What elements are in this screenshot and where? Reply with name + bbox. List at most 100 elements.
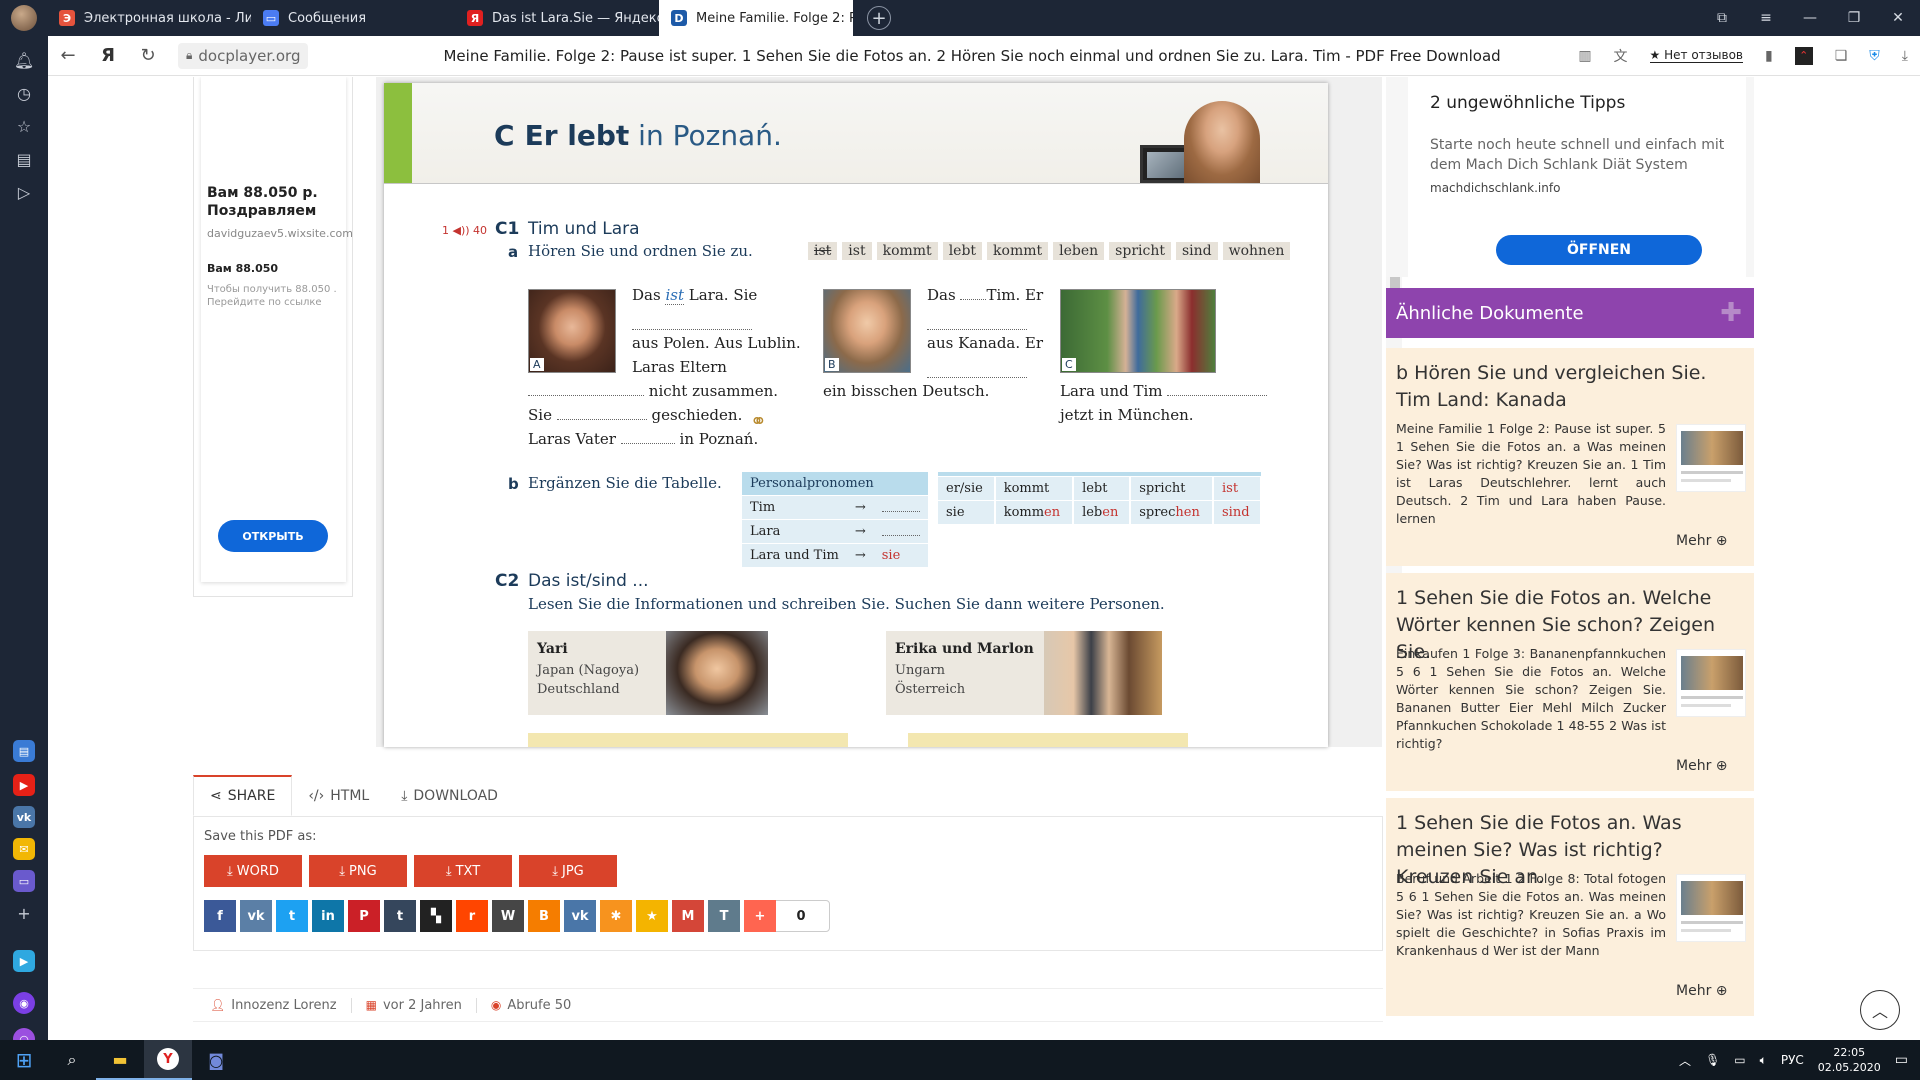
similar-doc-card[interactable]: 1 Sehen Sie die Fotos an. Welche Wörter …: [1386, 573, 1754, 791]
social-share-icon[interactable]: vk: [564, 900, 596, 932]
social-share-icon[interactable]: +: [744, 900, 776, 932]
save-format-label: JPG: [562, 863, 584, 879]
notifications-icon[interactable]: ▭: [1895, 1052, 1908, 1068]
tab-share[interactable]: ⋖ SHARE: [193, 775, 293, 816]
vk-app-icon[interactable]: vk: [13, 806, 35, 828]
scroll-to-top-button[interactable]: ︿: [1860, 990, 1900, 1030]
page-title[interactable]: Meine Familie. Folge 2: Pause ist super.…: [443, 47, 1500, 65]
profile-avatar[interactable]: [11, 5, 37, 31]
new-tab-button[interactable]: +: [867, 6, 891, 30]
bookmarks-star-icon[interactable]: ☆: [12, 115, 36, 139]
similar-doc-thumbnail[interactable]: [1676, 874, 1746, 942]
social-share-icon[interactable]: t: [276, 900, 308, 932]
similar-doc-title[interactable]: b Hören Sie und vergleichen Sie. Tim Lan…: [1396, 360, 1746, 414]
mail-app-icon[interactable]: ✉: [13, 838, 35, 860]
clock[interactable]: 22:05 02.05.2020: [1818, 1045, 1881, 1075]
play-icon[interactable]: ▷: [12, 181, 36, 205]
file-explorer-icon[interactable]: ▬: [96, 1040, 144, 1080]
word-bank-item: sind: [1175, 242, 1218, 260]
browser-tab-4[interactable]: DMeine Familie. Folge 2: P✕: [659, 0, 853, 36]
ad-open-button[interactable]: ОТКРЫТЬ: [218, 520, 328, 552]
text-c-l1: Lara und Tim: [1060, 382, 1163, 400]
close-window-icon[interactable]: ✕: [1876, 0, 1920, 36]
social-share-icon[interactable]: f: [204, 900, 236, 932]
social-share-icon[interactable]: ★: [636, 900, 668, 932]
collections-icon[interactable]: ▤: [12, 148, 36, 172]
input-language[interactable]: РУС: [1781, 1053, 1804, 1067]
tab-download[interactable]: ⤓ DOWNLOAD: [385, 775, 514, 816]
similar-doc-card[interactable]: 1 Sehen Sie die Fotos an. Was meinen Sie…: [1386, 798, 1754, 1016]
protect-icon[interactable]: ⛨: [1869, 48, 1880, 64]
ad-headline[interactable]: Вам 88.050 р. Поздравляем: [207, 184, 343, 220]
reviews-link[interactable]: ★ Нет отзывов: [1649, 48, 1744, 63]
tab-html[interactable]: ‹/› HTML: [292, 775, 385, 816]
eye-icon: ◉: [490, 998, 502, 1012]
similar-doc-more-link[interactable]: Mehr ⊕: [1676, 758, 1728, 774]
social-share-icon[interactable]: ▚: [420, 900, 452, 932]
download-icon[interactable]: ⤓: [1902, 48, 1908, 64]
url-host[interactable]: 🔒︎ docplayer.org: [178, 42, 309, 69]
volume-icon[interactable]: 🔈︎: [1760, 1053, 1767, 1068]
woman-photo: [1184, 101, 1260, 183]
similar-doc-thumbnail[interactable]: [1676, 424, 1746, 492]
media-app-icon[interactable]: ▶: [13, 950, 35, 972]
minimize-icon[interactable]: —: [1788, 0, 1832, 36]
social-share-icon[interactable]: M: [672, 900, 704, 932]
bookmark-icon[interactable]: ▮: [1765, 48, 1773, 64]
social-share-icon[interactable]: ✱: [600, 900, 632, 932]
reader-icon[interactable]: ▥: [1578, 48, 1591, 64]
similar-doc-thumbnail[interactable]: [1676, 649, 1746, 717]
right-ad-headline[interactable]: 2 ungewöhnliche Tipps: [1430, 93, 1625, 113]
right-ad-open-button[interactable]: ÖFFNEN: [1496, 235, 1702, 265]
search-icon[interactable]: ⌕: [48, 1040, 96, 1080]
social-share-icon[interactable]: in: [312, 900, 344, 932]
history-icon[interactable]: ◷: [12, 82, 36, 106]
left-ad-card[interactable]: Вам 88.050 р. Поздравляем davidguzaev5.w…: [201, 77, 353, 582]
extension-icon[interactable]: ⌃: [1794, 46, 1813, 65]
yandex-browser-icon[interactable]: Y: [144, 1040, 192, 1080]
lesson-letter: C: [494, 119, 515, 152]
youtube-app-icon[interactable]: ▶: [13, 774, 35, 796]
messenger-app-icon[interactable]: ▭: [13, 870, 35, 892]
similar-doc-more-link[interactable]: Mehr ⊕: [1676, 533, 1728, 549]
reload-icon[interactable]: ↻: [128, 45, 168, 66]
save-png-button[interactable]: ⤓ PNG: [309, 855, 407, 887]
translate-icon[interactable]: 文: [1614, 46, 1628, 66]
add-app-icon[interactable]: +: [12, 902, 36, 926]
social-share-icon[interactable]: P: [348, 900, 380, 932]
menu-icon[interactable]: ≡: [1744, 0, 1788, 36]
meta-author-text: Innozenz Lorenz: [231, 997, 337, 1013]
save-word-button[interactable]: ⤓ WORD: [204, 855, 302, 887]
network-icon[interactable]: ▭: [1734, 1053, 1745, 1067]
social-share-icon[interactable]: r: [456, 900, 488, 932]
social-share-icon[interactable]: T: [708, 900, 740, 932]
collections-toolbar-icon[interactable]: ❏: [1835, 48, 1848, 64]
chevron-up-tray-icon[interactable]: ︿: [1679, 1052, 1691, 1069]
ad-subheading: Вам 88.050: [207, 262, 279, 275]
pronoun-table: Personalpronomen Tim → Lara → Lara und Tim → si…: [740, 471, 929, 568]
meta-author[interactable]: 👤︎ Innozenz Lorenz: [196, 997, 352, 1013]
social-share-icon[interactable]: vk: [240, 900, 272, 932]
right-ad-card[interactable]: 2 ungewöhnliche Tipps Starte noch heute …: [1408, 77, 1746, 277]
similar-doc-more-link[interactable]: Mehr ⊕: [1676, 983, 1728, 999]
alice-app-icon[interactable]: ◉: [13, 992, 35, 1014]
tabs-icon[interactable]: ⧉: [1700, 0, 1744, 36]
back-icon[interactable]: ←: [48, 45, 88, 66]
microphone-icon[interactable]: 🎙︎: [1705, 1053, 1720, 1067]
browser-tab-1[interactable]: Э Электронная школа - Ли: [47, 0, 251, 36]
docs-app-icon[interactable]: ▤: [13, 740, 35, 762]
windows-start-icon[interactable]: ⊞: [0, 1040, 48, 1080]
discord-icon[interactable]: ◙: [192, 1040, 240, 1080]
yandex-icon[interactable]: Я: [88, 45, 128, 66]
save-txt-button[interactable]: ⤓ TXT: [414, 855, 512, 887]
browser-tab-2[interactable]: ▭ Сообщения: [251, 0, 455, 36]
browser-tab-3[interactable]: Я Das ist Lara.Sie — Яндекс: [455, 0, 659, 36]
similar-doc-card[interactable]: b Hören Sie und vergleichen Sie. Tim Lan…: [1386, 348, 1754, 566]
social-share-icon[interactable]: W: [492, 900, 524, 932]
social-share-icon[interactable]: t: [384, 900, 416, 932]
text-a-line5: Sie geschieden.: [528, 403, 742, 427]
social-share-icon[interactable]: B: [528, 900, 560, 932]
restore-icon[interactable]: ❐: [1832, 0, 1876, 36]
save-jpg-button[interactable]: ⤓ JPG: [519, 855, 617, 887]
bell-icon[interactable]: 🔔︎: [12, 49, 36, 73]
